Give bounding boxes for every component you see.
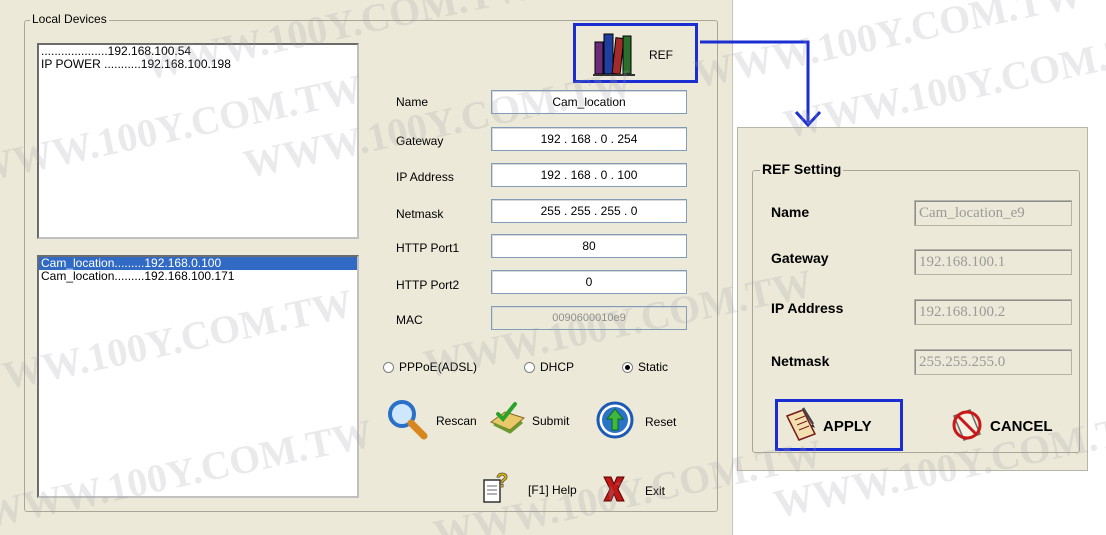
apply-icon xyxy=(783,404,819,448)
apply-button-label: APPLY xyxy=(823,417,872,435)
screenshot-root: Local Devices ....................192.16… xyxy=(0,0,1106,535)
ref-name-label: Name xyxy=(771,204,810,220)
cancel-button-label: CANCEL xyxy=(990,417,1053,435)
ref-setting-title: REF Setting xyxy=(760,161,844,177)
ref-ip-address-label: IP Address xyxy=(771,300,844,316)
ref-netmask-label: Netmask xyxy=(771,353,830,369)
cancel-button[interactable]: CANCEL xyxy=(948,404,1053,448)
ref-setting-dialog: REF Setting Name Gateway IP Address Netm… xyxy=(737,127,1088,471)
ref-gateway-label: Gateway xyxy=(771,250,829,266)
ref-gateway-field[interactable]: 192.168.100.1 xyxy=(914,249,1072,275)
ref-netmask-field[interactable]: 255.255.255.0 xyxy=(914,349,1072,375)
cancel-icon xyxy=(948,404,986,448)
ref-ip-address-field[interactable]: 192.168.100.2 xyxy=(914,299,1072,325)
apply-button[interactable]: APPLY xyxy=(783,404,872,448)
ref-name-field[interactable]: Cam_location_e9 xyxy=(914,200,1072,226)
